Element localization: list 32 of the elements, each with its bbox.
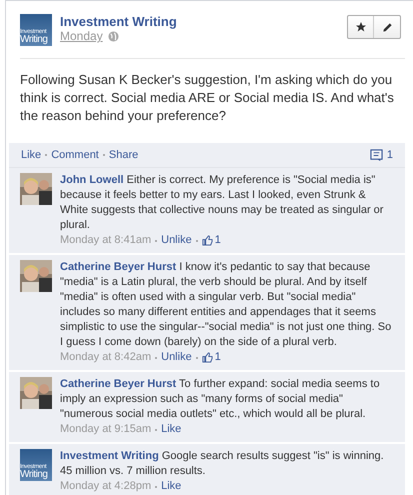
comment-text: Catherine Beyer Hurst To further expand: social media seems to imply an expression such as "many forms of social media" "numerous social media outlets" etc., which would all be plural. bbox=[60, 377, 381, 422]
logo-text: Writing bbox=[20, 35, 48, 45]
author-link[interactable]: John Lowell bbox=[60, 174, 124, 186]
thumbs-up-icon bbox=[202, 352, 213, 363]
author-link[interactable]: Investment Writing bbox=[60, 450, 159, 462]
comment-time: Monday at 9:15am bbox=[60, 422, 152, 437]
author-link[interactable]: Catherine Beyer Hurst bbox=[60, 261, 176, 273]
comment-text: Investment Writing Google search results suggest "is" is winning. 45 million vs. 7 million results. bbox=[60, 449, 385, 479]
action-link[interactable]: Share bbox=[108, 146, 138, 164]
like-link[interactable]: Like bbox=[161, 479, 182, 494]
like-link[interactable]: Like bbox=[161, 422, 182, 437]
like-link[interactable]: Unlike bbox=[161, 233, 192, 248]
comment-count: 1 bbox=[386, 148, 393, 163]
comment-text: Catherine Beyer Hurst I know it's pedantic to say that because "media" is a Latin plural, the verb should be plural. And by itself "media" is often used with a singular verb. But "social media" includes so many different entities and appendages that it seems simplistic to use the singular--"social media" is not just one thing. So I guess I come down (barely) on the side of a plural verb. bbox=[60, 260, 392, 350]
like-count: 1 bbox=[214, 350, 221, 365]
comment-text: John Lowell Either is correct. My preference is "Social media is" because it feels better to my ears. Last I looked, even Strunk & White suggests that collective nouns may be treated as singular or plural. bbox=[60, 173, 384, 233]
comment-time: Monday at 4:28pm bbox=[60, 479, 152, 494]
star-icon bbox=[354, 21, 366, 33]
comment-icon bbox=[370, 148, 383, 162]
author-link[interactable]: Catherine Beyer Hurst bbox=[60, 378, 176, 390]
action-link[interactable]: Comment bbox=[51, 146, 99, 164]
comment-time: Monday at 8:42am bbox=[60, 350, 152, 365]
globe-icon bbox=[108, 31, 119, 42]
action-link[interactable]: Like bbox=[21, 146, 42, 164]
author-link[interactable]: Investment Writing bbox=[60, 14, 177, 29]
comment-time: Monday at 8:41am bbox=[60, 233, 152, 248]
logo-text: Writing bbox=[20, 470, 48, 480]
like-link[interactable]: Unlike bbox=[161, 350, 192, 365]
thumbs-up-icon bbox=[202, 235, 213, 246]
pencil-icon bbox=[382, 22, 392, 32]
like-count: 1 bbox=[214, 233, 221, 248]
post-text: Following Susan K Becker's suggestion, I'm asking which do you think is correct. Social media ARE or Social media IS. And what's the reason behind your preference? bbox=[20, 71, 395, 125]
